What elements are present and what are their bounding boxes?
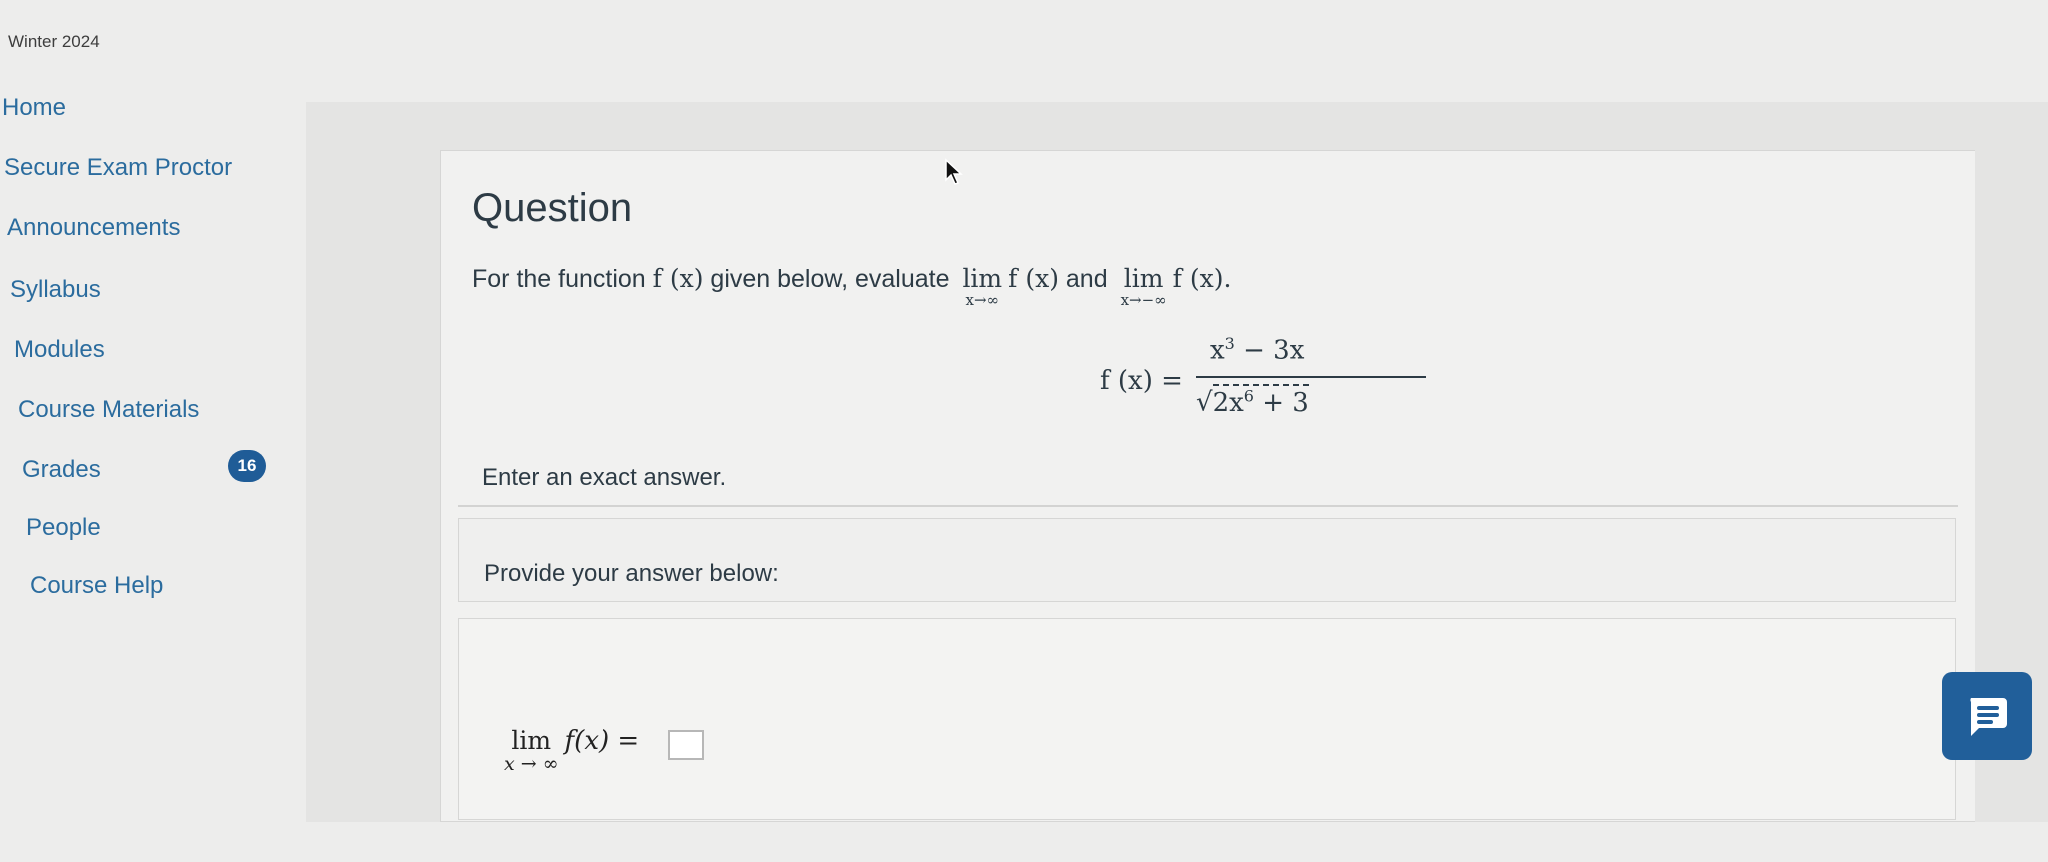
question-fx: f (x) [652,264,704,293]
answer-fx: f(x) = [564,726,640,756]
answer-limit: lim x → ∞ [504,726,559,775]
nav-item-people[interactable]: People [26,514,101,542]
nav-item-secure-exam-proctor[interactable]: Secure Exam Proctor [4,154,232,182]
formula-denominator: √2x6 + 3 [1196,383,1309,418]
limit-minus-infinity: lim x→−∞ [1121,264,1167,309]
nav-item-announcements[interactable]: Announcements [7,214,180,242]
radicand-rest: + 3 [1253,387,1309,418]
lim-subscript: x→−∞ [1120,291,1167,309]
lim1-expression: f (x) [1008,264,1059,293]
chat-button[interactable] [1942,672,2032,760]
sqrt-radicand: 2x6 + 3 [1212,383,1309,418]
limit-plus-infinity: lim x→∞ [962,264,1002,309]
answer-area [458,618,1956,820]
section-divider [458,505,1958,507]
question-text-prefix: For the function [472,265,653,293]
question-text-mid: given below, evaluate [703,265,957,293]
lim-word: lim [511,726,552,755]
answer-expression: lim x → ∞ f(x) = [498,726,639,775]
nav-item-course-materials[interactable]: Course Materials [18,396,199,424]
question-title: Question [472,186,633,230]
formula-numerator: x3 − 3x [1210,334,1304,366]
lim-word: lim [962,264,1003,293]
question-and: and [1058,265,1115,293]
grades-count-badge: 16 [228,450,266,482]
answer-hint: Enter an exact answer. [482,464,727,491]
answer-label: Provide your answer below: [484,560,779,587]
course-navigation: Home Secure Exam Proctor Announcements S… [0,0,300,862]
fraction-bar [1196,376,1426,378]
numerator-base: x [1210,335,1225,366]
nav-item-home[interactable]: Home [2,94,66,122]
nav-item-syllabus[interactable]: Syllabus [10,276,101,304]
answer-input[interactable] [668,730,704,760]
lim-subscript: x → ∞ [504,753,559,775]
numerator-exponent: 3 [1224,334,1235,353]
question-text: For the function f (x) given below, eval… [472,264,1231,309]
sqrt-symbol: √ [1196,387,1213,418]
formula-lhs: f (x) = [1100,366,1183,396]
lim-subscript: x→∞ [965,291,1000,309]
lim-word: lim [1123,264,1164,293]
numerator-rest: − 3x [1234,335,1305,366]
mouse-cursor-icon [945,158,963,185]
nav-item-modules[interactable]: Modules [14,336,105,364]
radicand-base: 2x [1212,387,1244,418]
radicand-exponent: 6 [1243,386,1254,405]
message-icon [1970,698,2007,736]
lim2-expression: f (x). [1172,264,1232,293]
nav-item-course-help[interactable]: Course Help [30,572,163,600]
nav-item-grades[interactable]: Grades [22,456,101,484]
